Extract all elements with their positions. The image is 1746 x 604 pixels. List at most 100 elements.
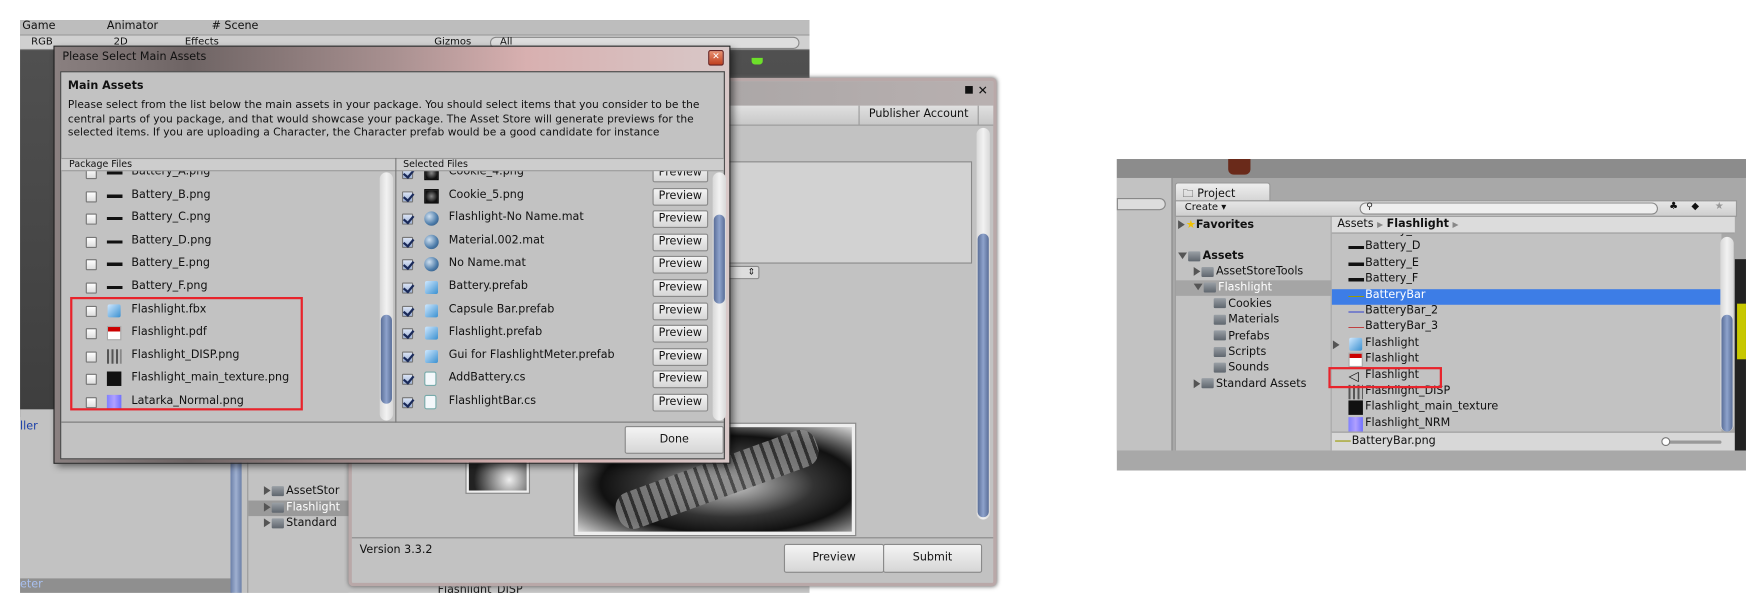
selected-file-row[interactable]: AddBattery.cs Preview — [396, 370, 710, 389]
project-scrollbar[interactable] — [1720, 236, 1734, 432]
publisher-account-tab[interactable]: Publisher Account — [858, 105, 979, 125]
star-icon[interactable]: ★ — [1715, 201, 1724, 212]
preview-button[interactable]: Preview — [652, 302, 709, 320]
project-file-item[interactable]: BatteryBar — [1331, 288, 1722, 305]
preview-button[interactable]: Preview — [652, 210, 709, 229]
preview-button[interactable]: Preview — [783, 543, 885, 573]
tree-item-assetstoretools[interactable]: AssetStoreTools — [1193, 266, 1303, 278]
tree-item-assets[interactable]: Assets — [1178, 250, 1244, 263]
icon-size-slider[interactable] — [1661, 437, 1722, 447]
checkbox[interactable] — [401, 305, 414, 317]
hierarchy-item[interactable]: eter — [20, 578, 43, 590]
checkbox[interactable] — [401, 397, 414, 409]
tree-item-flashlight[interactable]: Flashlight — [1193, 282, 1272, 294]
project-search-input[interactable]: ⚲ — [1359, 201, 1659, 215]
selected-file-row[interactable]: Flashlight.prefab Preview — [396, 325, 710, 343]
selected-file-row[interactable]: Flashlight-No Name.mat Preview — [396, 210, 710, 229]
project-file-item[interactable]: Battery_D — [1332, 240, 1722, 257]
label-icon[interactable]: ◆ — [1691, 201, 1699, 212]
project-file-item[interactable]: Battery_E — [1332, 256, 1722, 273]
checkbox[interactable] — [401, 236, 414, 248]
checkbox[interactable] — [85, 282, 97, 294]
selected-file-row[interactable]: Battery.prefab Preview — [396, 279, 710, 297]
tree-item-standard-assets[interactable]: Standard Assets — [1193, 378, 1306, 390]
tab-project[interactable]: 🗀 Project — [1174, 182, 1271, 202]
checkbox[interactable] — [401, 171, 414, 180]
package-file-row[interactable]: Battery_E.png — [61, 256, 384, 274]
checkbox[interactable] — [85, 190, 97, 202]
tree-item-sounds[interactable]: Sounds — [1213, 362, 1269, 374]
project-file-item[interactable]: Flashlight — [1332, 352, 1722, 369]
package-file-row[interactable]: Battery_D.png — [61, 233, 384, 251]
hierarchy-item[interactable]: ller — [20, 420, 38, 432]
expand-arrow-icon[interactable] — [1193, 266, 1201, 276]
checkbox[interactable] — [401, 351, 414, 363]
package-scrollbar[interactable] — [379, 172, 394, 421]
selected-file-row[interactable]: FlashlightBar.cs Preview — [396, 393, 710, 412]
rgb-dropdown[interactable]: RGB — [31, 37, 53, 48]
preview-button[interactable]: Preview — [652, 370, 709, 389]
expand-arrow-icon[interactable] — [1332, 340, 1340, 350]
preview-button[interactable]: Preview — [652, 325, 709, 343]
project-file-item[interactable]: Flashlight_NRM — [1332, 416, 1722, 432]
breadcrumb-assets[interactable]: Assets — [1337, 218, 1373, 230]
package-file-row[interactable]: Battery_B.png — [61, 188, 384, 206]
checkbox[interactable] — [85, 259, 97, 271]
close-icon[interactable]: ✕ — [708, 50, 724, 66]
selected-file-row[interactable]: Capsule Bar.prefab Preview — [396, 302, 710, 320]
store-scrollbar[interactable] — [976, 127, 990, 520]
tab-game[interactable]: Game — [22, 20, 55, 32]
project-file-item[interactable]: BatteryBar_2 — [1332, 304, 1722, 321]
checkbox[interactable] — [401, 190, 414, 202]
checkbox[interactable] — [85, 171, 97, 180]
preview-button[interactable]: Preview — [652, 233, 709, 252]
submit-button[interactable]: Submit — [883, 543, 983, 573]
checkbox[interactable] — [85, 213, 97, 225]
create-dropdown[interactable]: Create ▾ — [1185, 202, 1227, 213]
close-icon[interactable]: ✕ — [978, 83, 988, 97]
selected-file-row[interactable]: No Name.mat Preview — [396, 256, 710, 275]
preview-button[interactable]: Preview — [652, 279, 709, 297]
tree-item-cookies[interactable]: Cookies — [1213, 298, 1272, 310]
checkbox[interactable] — [401, 259, 414, 271]
package-file-row[interactable]: Battery_F.png — [61, 279, 384, 297]
project-file-item[interactable]: Flashlight_main_texture — [1332, 400, 1722, 417]
selected-file-row[interactable]: Material.002.mat Preview — [396, 233, 710, 252]
preview-button[interactable]: Preview — [652, 171, 709, 183]
filter-type-icon[interactable]: ♣ — [1669, 201, 1678, 212]
checkbox[interactable] — [401, 328, 414, 340]
checkbox[interactable] — [401, 374, 414, 386]
checkbox[interactable] — [401, 282, 414, 294]
tree-item-materials[interactable]: Materials — [1213, 314, 1279, 326]
checkbox[interactable] — [85, 236, 97, 248]
project-file-item[interactable]: Flashlight — [1332, 337, 1722, 353]
preview-button[interactable]: Preview — [652, 347, 709, 366]
selected-file-row[interactable]: Gui for FlashlightMeter.prefab Preview — [396, 347, 710, 366]
tab-animator[interactable]: Animator — [107, 20, 158, 32]
maximize-icon[interactable]: ■ — [964, 85, 973, 96]
tree-item-favorites[interactable]: ★Favorites — [1178, 219, 1254, 231]
expand-arrow-icon[interactable] — [1193, 284, 1203, 291]
tree-item-scripts[interactable]: Scripts — [1213, 346, 1266, 358]
tree-item-standard[interactable]: Standard — [263, 517, 337, 529]
package-file-row[interactable]: Battery_C.png — [61, 210, 384, 228]
project-file-item[interactable]: BatteryBar_3 — [1332, 320, 1722, 337]
tree-item-prefabs[interactable]: Prefabs — [1213, 330, 1270, 342]
package-file-row[interactable]: Battery_A.png — [61, 171, 384, 182]
done-button[interactable]: Done — [624, 426, 724, 454]
selected-file-row[interactable]: Cookie_4.png Preview — [396, 171, 710, 183]
project-file-item[interactable]: Battery_F — [1332, 272, 1722, 289]
selected-scrollbar[interactable] — [712, 172, 727, 421]
checkbox[interactable] — [401, 213, 414, 225]
tree-item-assetstoretools[interactable]: AssetStor — [263, 485, 339, 497]
battery-icon — [1348, 256, 1365, 272]
tab-scene[interactable]: # Scene — [212, 20, 259, 32]
selected-file-row[interactable]: Cookie_5.png Preview — [396, 187, 710, 206]
preview-button[interactable]: Preview — [652, 187, 709, 206]
preview-button[interactable]: Preview — [652, 393, 709, 412]
preview-button[interactable]: Preview — [652, 256, 709, 275]
project-file-item[interactable]: Battery_C — [1332, 233, 1722, 241]
breadcrumb-flashlight[interactable]: Flashlight — [1387, 218, 1449, 230]
expand-arrow-icon[interactable] — [1193, 379, 1201, 388]
tree-item-flashlight[interactable]: Flashlight — [263, 502, 340, 514]
